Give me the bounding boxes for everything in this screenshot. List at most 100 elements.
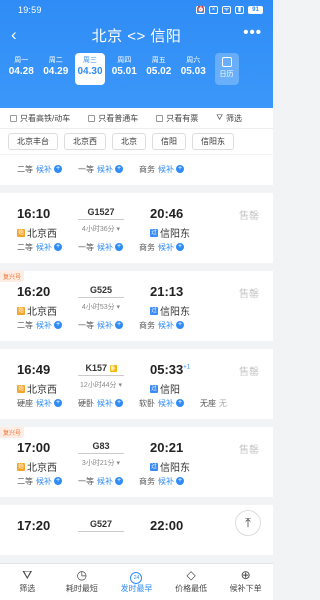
departure-station: 始北京西 bbox=[17, 225, 57, 240]
seat-option[interactable]: 一等 候补 + bbox=[78, 242, 139, 253]
train-card[interactable]: 16:49 05:33+1 K157 卧 12小时44分 ▾ 始北京西过信阳 售罄 硬座 候补… bbox=[0, 349, 273, 419]
seat-type: 无座 bbox=[200, 398, 216, 408]
date-value: 05.02 bbox=[146, 66, 172, 77]
date-tab[interactable]: 周三 04.30 bbox=[75, 53, 105, 85]
nav-early[interactable]: 24 发时最早 bbox=[109, 567, 163, 600]
more-icon[interactable]: ••• bbox=[243, 24, 262, 41]
arrival-time-text: 22:00 bbox=[150, 518, 184, 533]
nav-label: 筛选 bbox=[19, 584, 36, 593]
seat-status: 候补 bbox=[158, 242, 174, 252]
station-chip[interactable]: 北京丰台 bbox=[8, 133, 58, 150]
train-number: G1527 bbox=[78, 207, 124, 217]
departure-station: 始北京西 bbox=[17, 459, 57, 474]
seat-option[interactable]: 二等 候补 + bbox=[17, 476, 78, 487]
train-card[interactable]: 复兴号 16:20 21:13 G525 4小时53分 ▾ 始北京西过信阳东 售罄 二等 候补 +… bbox=[0, 271, 273, 341]
duration[interactable]: 3小时21分 ▾ bbox=[74, 458, 128, 468]
date-value: 04.29 bbox=[43, 66, 69, 77]
filter-putong[interactable]: 只看普通车 bbox=[88, 113, 138, 124]
nav-clock[interactable]: ◷ 耗时最短 bbox=[55, 567, 109, 600]
seat-option[interactable]: 一等 候补 + bbox=[78, 320, 139, 331]
filter-bar: 只看高铁/动车 只看普通车 只看有票 ⛛ 筛选 bbox=[0, 108, 273, 128]
back-arrow-icon[interactable]: ‹ bbox=[11, 26, 17, 43]
seat-option[interactable]: 二等 候补 + bbox=[17, 320, 78, 331]
station-chips: 北京丰台 北京西 北京 信阳 信阳东 bbox=[0, 128, 273, 154]
calendar-button[interactable]: 日历 bbox=[214, 53, 239, 85]
duration[interactable]: 12小时44分 ▾ bbox=[74, 380, 128, 390]
nav-cart[interactable]: ⊕ 候补下单 bbox=[219, 567, 273, 600]
seat-status: 候补 bbox=[36, 164, 52, 174]
pass-station-icon: 过 bbox=[150, 462, 158, 471]
train-number-text: K157 bbox=[85, 363, 107, 373]
start-station-icon: 始 bbox=[17, 228, 25, 237]
status-time: 19:59 bbox=[18, 5, 42, 15]
filter-youpiao[interactable]: 只看有票 bbox=[156, 113, 198, 124]
seat-option[interactable]: 一等 候补 + bbox=[78, 476, 139, 487]
arrival-time: 21:13 bbox=[150, 284, 183, 299]
chevron-down-icon: ▾ bbox=[114, 460, 121, 467]
seat-type: 软卧 bbox=[139, 398, 155, 408]
date-weekday: 周六 bbox=[186, 57, 201, 64]
train-card-partial[interactable]: 二等 候补 + 一等 候补 + 商务 候补 + bbox=[0, 155, 273, 185]
station-chip[interactable]: 信阳 bbox=[152, 133, 186, 150]
train-card[interactable]: 复兴号 17:00 20:21 G83 3小时21分 ▾ 始北京西过信阳东 售罄 二等 候补 + 一… bbox=[0, 427, 273, 497]
date-tab[interactable]: 周五 05.02 bbox=[142, 53, 177, 85]
station-chip[interactable]: 信阳东 bbox=[192, 133, 234, 150]
date-tab[interactable]: 周四 05.01 bbox=[107, 53, 142, 85]
seat-status: 无 bbox=[219, 398, 227, 408]
plus-icon: + bbox=[176, 165, 184, 173]
departure-time: 17:00 bbox=[17, 440, 51, 455]
duration[interactable]: 4小时36分 ▾ bbox=[74, 224, 128, 234]
sleeper-badge: 卧 bbox=[109, 365, 117, 372]
seat-option[interactable]: 硬卧 候补 + bbox=[78, 398, 139, 409]
train-info: 16:20 21:13 G525 4小时53分 ▾ 始北京西 过信阳东 售罄 bbox=[0, 271, 273, 318]
date-weekday: 周五 bbox=[151, 57, 166, 64]
chevron-down-icon: ▾ bbox=[114, 226, 121, 233]
arrival-time: 20:46 bbox=[150, 206, 183, 221]
seat-option[interactable]: 商务 候补 + bbox=[139, 320, 200, 331]
date-tab[interactable]: 周一 04.28 bbox=[4, 53, 39, 85]
seat-option[interactable]: 硬座 候补 + bbox=[17, 398, 78, 409]
date-tab[interactable]: 周二 04.29 bbox=[39, 53, 74, 85]
seat-option[interactable]: 二等 候补 + bbox=[17, 164, 78, 175]
filter-gaotie[interactable]: 只看高铁/动车 bbox=[10, 113, 70, 124]
plus-icon: + bbox=[54, 165, 62, 173]
seat-option[interactable]: 商务 候补 + bbox=[139, 164, 200, 175]
nav-funnel[interactable]: ⛛ 筛选 bbox=[0, 567, 54, 600]
arrival-time: 22:00 bbox=[150, 518, 183, 533]
seat-type: 硬座 bbox=[17, 398, 33, 408]
station-chip[interactable]: 北京 bbox=[112, 133, 146, 150]
seat-option[interactable]: 二等 候补 + bbox=[17, 242, 78, 253]
train-list: 二等 候补 + 一等 候补 + 商务 候补 + 16:10 20:46 G1527 4小时36分 ▾ 始… bbox=[0, 155, 273, 555]
seat-option[interactable]: 无座无 bbox=[200, 398, 261, 409]
nav-price-tag[interactable]: ◇ 价格最低 bbox=[164, 567, 218, 600]
seat-option[interactable]: 软卧 候补 + bbox=[139, 398, 200, 409]
route-line bbox=[78, 297, 124, 298]
train-card[interactable]: 16:10 20:46 G1527 4小时36分 ▾ 始北京西过信阳东 售罄 二等 候补 + 一等… bbox=[0, 193, 273, 263]
route-line bbox=[78, 531, 124, 532]
train-number: K157 卧 bbox=[78, 363, 124, 373]
filter-button[interactable]: ⛛ 筛选 bbox=[216, 113, 242, 124]
duration-text: 4小时36分 bbox=[81, 226, 115, 233]
sold-out-label: 售罄 bbox=[239, 211, 259, 222]
seat-type: 一等 bbox=[78, 242, 94, 252]
back-to-top-button[interactable]: ⤒ bbox=[235, 510, 261, 536]
seat-option[interactable]: 一等 候补 + bbox=[78, 164, 139, 175]
seat-type: 二等 bbox=[17, 320, 33, 330]
train-card[interactable]: 17:2022:00G527售罄 bbox=[0, 505, 273, 555]
seat-option[interactable]: 商务 候补 + bbox=[139, 476, 200, 487]
duration[interactable]: 4小时53分 ▾ bbox=[74, 302, 128, 312]
status-icons: ⏰ × ᯤ ▮ 91 bbox=[196, 6, 263, 14]
plus-icon: + bbox=[54, 321, 62, 329]
seat-option[interactable]: 商务 候补 + bbox=[139, 242, 200, 253]
seat-status: 候补 bbox=[158, 164, 174, 174]
date-value: 05.03 bbox=[180, 66, 206, 77]
start-station-icon: 始 bbox=[17, 306, 25, 315]
station-chip[interactable]: 北京西 bbox=[64, 133, 106, 150]
sold-out-label: 售罄 bbox=[239, 445, 259, 456]
date-tab[interactable]: 周六 05.03 bbox=[176, 53, 211, 85]
seat-row: 二等 候补 + 一等 候补 + 商务 候补 + bbox=[0, 315, 273, 335]
pass-station-icon: 过 bbox=[150, 306, 158, 315]
bottom-nav: ⛛ 筛选 ◷ 耗时最短 24 发时最早 ◇ 价格最低 ⊕ 候补下单 bbox=[0, 563, 273, 600]
departure-station-name: 北京西 bbox=[27, 385, 57, 396]
seat-type: 商务 bbox=[139, 242, 155, 252]
